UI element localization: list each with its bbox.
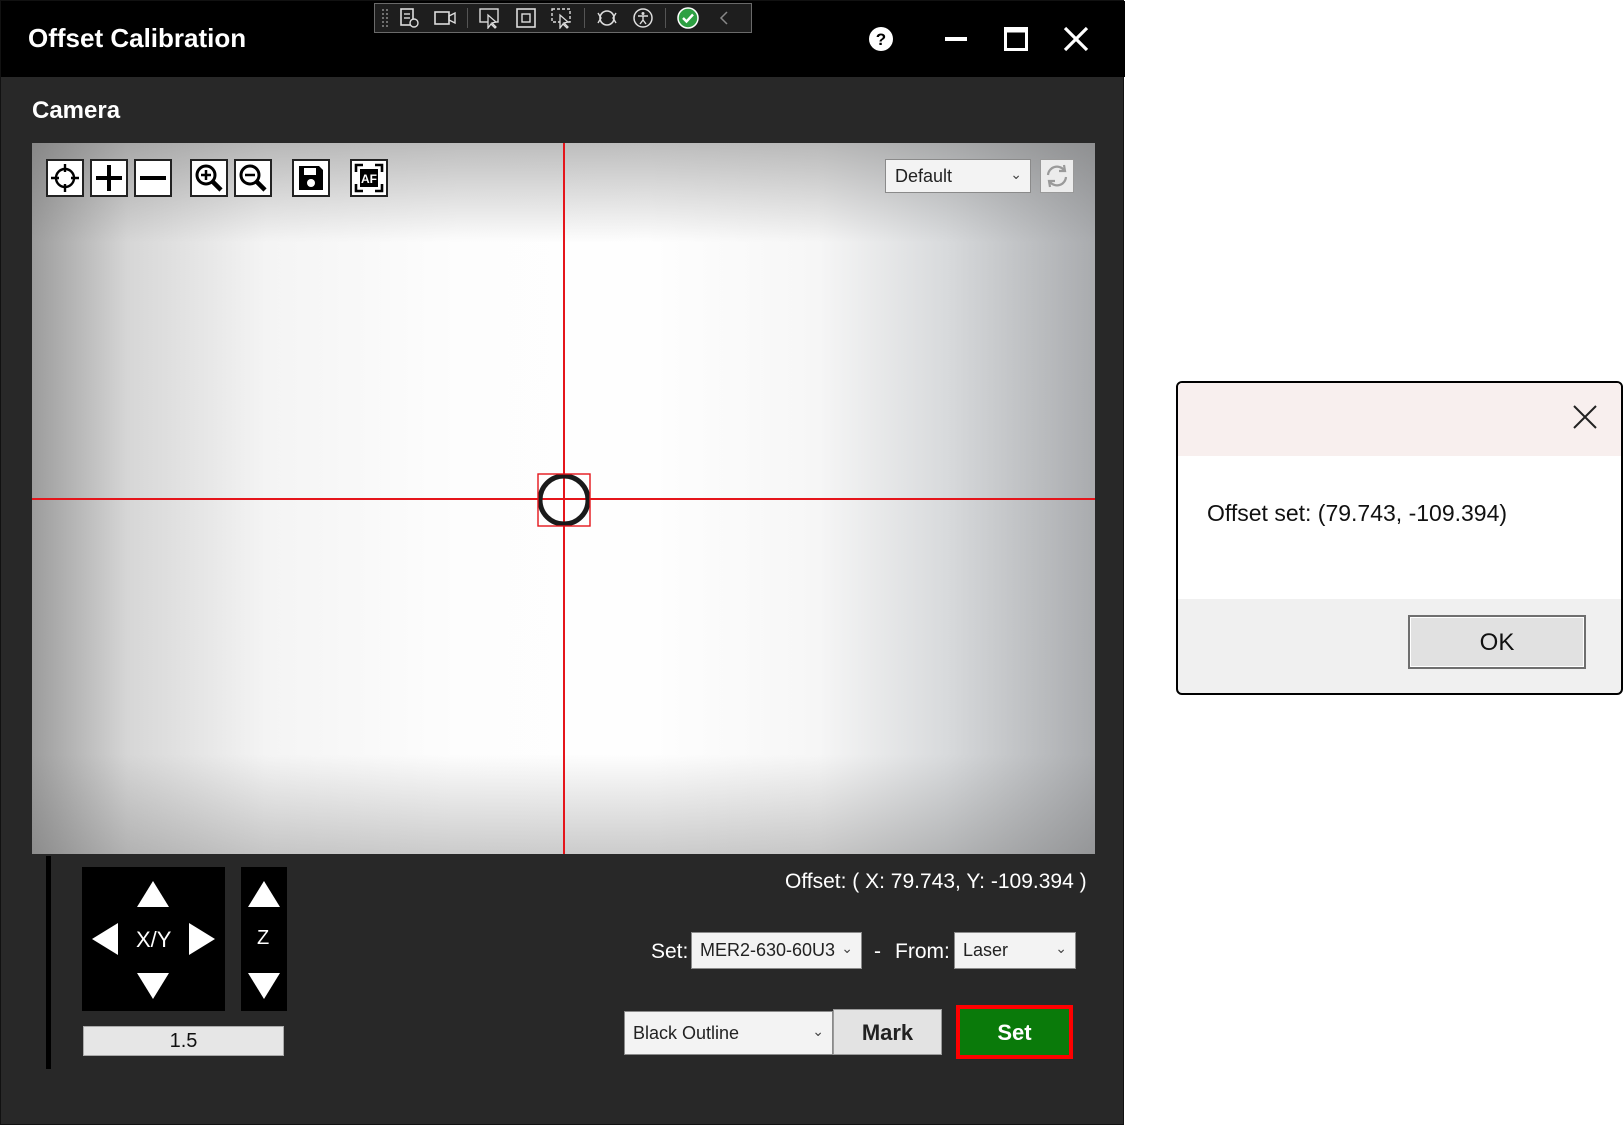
toolbar-separator xyxy=(665,8,666,28)
chevron-down-icon: ⌄ xyxy=(841,940,853,956)
offset-calibration-window: Offset Calibration ? Camera AF Default ⌄… xyxy=(0,0,1125,1125)
camera-preset-value: Default xyxy=(895,166,953,186)
binding-failures-icon[interactable] xyxy=(591,5,623,31)
xy-jog-pad: X/Y xyxy=(82,867,225,1011)
dialog-body: Offset set: (79.743, -109.394) xyxy=(1178,456,1621,599)
mark-style-select[interactable]: Black Outline ⌄ xyxy=(624,1011,833,1055)
z-up-icon[interactable] xyxy=(246,879,282,909)
z-down-icon[interactable] xyxy=(246,971,282,1001)
add-mark-button[interactable] xyxy=(90,159,128,197)
camera-select[interactable]: MER2-630-60U3 ⌄ xyxy=(691,932,862,969)
dialog-title-bar xyxy=(1178,383,1621,456)
offset-readout: Offset: ( X: 79.743, Y: -109.394 ) xyxy=(785,870,1087,893)
live-tree-icon[interactable] xyxy=(393,5,425,31)
jog-left-icon[interactable] xyxy=(90,921,120,957)
crosshair-tool-button[interactable] xyxy=(46,159,84,197)
layout-adorner-icon[interactable] xyxy=(510,5,542,31)
dialog-message: Offset set: (79.743, -109.394) xyxy=(1207,500,1508,526)
z-label: Z xyxy=(257,927,270,949)
camera-preset-select[interactable]: Default ⌄ xyxy=(885,159,1031,193)
jog-up-icon[interactable] xyxy=(135,879,171,909)
dialog-close-button[interactable] xyxy=(1567,399,1603,435)
chevron-down-icon: ⌄ xyxy=(812,1023,824,1039)
chevron-down-icon: ⌄ xyxy=(1010,166,1022,182)
camera-view[interactable]: AF Default ⌄ xyxy=(32,143,1095,854)
close-button[interactable] xyxy=(1056,19,1096,59)
xy-label: X/Y xyxy=(136,927,172,952)
maximize-icon xyxy=(1004,27,1028,51)
crosshair-icon xyxy=(51,164,79,192)
step-size-field[interactable]: 1.5 xyxy=(83,1026,284,1056)
separator-dash: - xyxy=(874,940,881,963)
remove-mark-button[interactable] xyxy=(134,159,172,197)
record-icon[interactable] xyxy=(429,5,461,31)
autofocus-icon: AF xyxy=(354,163,384,193)
target-marker xyxy=(537,473,591,527)
zoom-out-button[interactable] xyxy=(234,159,272,197)
zoom-out-icon xyxy=(239,164,267,192)
mark-button[interactable]: Mark xyxy=(833,1009,942,1055)
jog-right-icon[interactable] xyxy=(187,921,217,957)
toolbar-separator xyxy=(584,8,585,28)
from-select[interactable]: Laser ⌄ xyxy=(954,932,1076,969)
select-element-icon[interactable] xyxy=(474,5,506,31)
mark-style-value: Black Outline xyxy=(633,1023,740,1043)
minimize-icon xyxy=(945,37,967,41)
save-image-button[interactable] xyxy=(292,159,330,197)
panel-divider xyxy=(46,856,51,1069)
from-label: From: xyxy=(895,940,950,963)
set-label: Set: xyxy=(651,940,689,963)
close-icon xyxy=(1573,405,1597,429)
help-button[interactable]: ? xyxy=(861,19,901,59)
close-icon xyxy=(1063,26,1089,52)
track-focus-icon[interactable] xyxy=(546,5,578,31)
window-title: Offset Calibration xyxy=(28,23,247,53)
camera-section-title: Camera xyxy=(32,97,121,124)
plus-icon xyxy=(96,165,122,191)
zoom-in-button[interactable] xyxy=(190,159,228,197)
debug-toolbar xyxy=(374,3,752,33)
chevron-down-icon: ⌄ xyxy=(1055,940,1067,956)
svg-text:AF: AF xyxy=(361,172,377,186)
refresh-icon xyxy=(1046,164,1068,188)
accessibility-icon[interactable] xyxy=(627,5,659,31)
autofocus-button[interactable]: AF xyxy=(350,159,388,197)
help-icon: ? xyxy=(869,27,893,51)
refresh-button[interactable] xyxy=(1040,159,1074,193)
set-offset-button[interactable]: Set xyxy=(956,1005,1073,1059)
title-bar: Offset Calibration ? xyxy=(1,1,1125,77)
minus-icon xyxy=(140,176,166,180)
ok-button[interactable]: OK xyxy=(1408,615,1586,669)
maximize-button[interactable] xyxy=(996,19,1036,59)
svg-text:?: ? xyxy=(876,30,886,49)
zoom-in-icon xyxy=(195,164,223,192)
toolbar-grip[interactable] xyxy=(381,8,389,28)
jog-down-icon[interactable] xyxy=(135,971,171,1001)
save-icon xyxy=(299,166,323,190)
from-select-value: Laser xyxy=(963,940,1009,960)
check-status-icon[interactable] xyxy=(672,5,704,31)
toolbar-separator xyxy=(467,8,468,28)
z-jog-pad: Z xyxy=(241,867,287,1011)
message-dialog: Offset set: (79.743, -109.394) OK xyxy=(1176,381,1623,695)
camera-select-value: MER2-630-60U3 xyxy=(700,940,836,960)
minimize-button[interactable] xyxy=(936,19,976,59)
collapse-chevron-icon[interactable] xyxy=(708,5,740,31)
